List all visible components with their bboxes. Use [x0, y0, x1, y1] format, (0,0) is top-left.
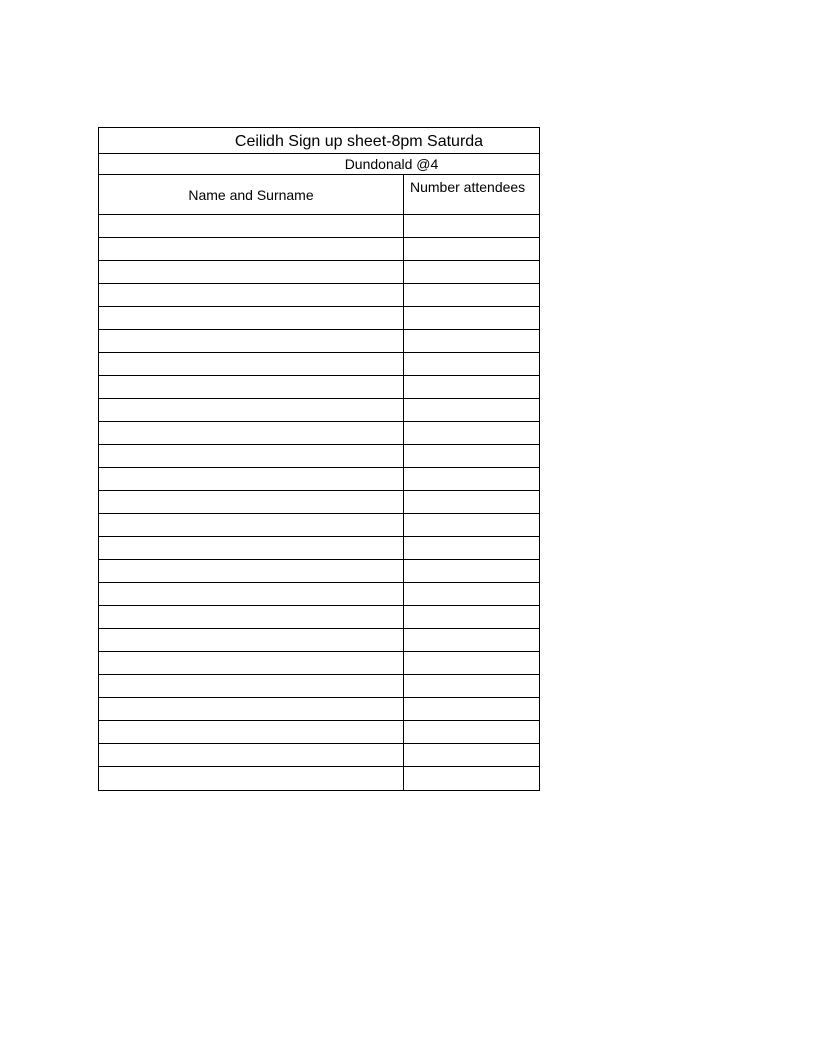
cell-attendees[interactable]: [404, 767, 539, 790]
table-row: [99, 261, 539, 284]
cell-name[interactable]: [99, 560, 404, 582]
cell-name[interactable]: [99, 491, 404, 513]
cell-name[interactable]: [99, 721, 404, 743]
table-row: [99, 583, 539, 606]
cell-name[interactable]: [99, 675, 404, 697]
signup-sheet: Ceilidh Sign up sheet-8pm Saturda Dundon…: [98, 127, 540, 791]
cell-attendees[interactable]: [404, 238, 539, 260]
cell-attendees[interactable]: [404, 261, 539, 283]
cell-attendees[interactable]: [404, 376, 539, 398]
cell-attendees[interactable]: [404, 422, 539, 444]
table-row: [99, 767, 539, 790]
table-row: [99, 675, 539, 698]
cell-attendees[interactable]: [404, 353, 539, 375]
cell-attendees[interactable]: [404, 307, 539, 329]
sheet-subtitle: Dundonald @4: [99, 154, 539, 175]
table-row: [99, 422, 539, 445]
cell-name[interactable]: [99, 376, 404, 398]
cell-name[interactable]: [99, 537, 404, 559]
cell-attendees[interactable]: [404, 629, 539, 651]
cell-name[interactable]: [99, 215, 404, 237]
table-row: [99, 238, 539, 261]
cell-name[interactable]: [99, 445, 404, 467]
cell-attendees[interactable]: [404, 330, 539, 352]
table-row: [99, 537, 539, 560]
table-row: [99, 514, 539, 537]
cell-name[interactable]: [99, 307, 404, 329]
cell-name[interactable]: [99, 422, 404, 444]
cell-name[interactable]: [99, 744, 404, 766]
table-row: [99, 399, 539, 422]
cell-attendees[interactable]: [404, 445, 539, 467]
cell-name[interactable]: [99, 583, 404, 605]
cell-attendees[interactable]: [404, 514, 539, 536]
table-row: [99, 629, 539, 652]
cell-attendees[interactable]: [404, 606, 539, 628]
table-row: [99, 330, 539, 353]
table-row: [99, 491, 539, 514]
cell-attendees[interactable]: [404, 744, 539, 766]
cell-attendees[interactable]: [404, 491, 539, 513]
cell-attendees[interactable]: [404, 215, 539, 237]
table-row: [99, 698, 539, 721]
cell-name[interactable]: [99, 353, 404, 375]
sheet-title: Ceilidh Sign up sheet-8pm Saturda: [99, 128, 539, 154]
table-row: [99, 445, 539, 468]
table-row: [99, 468, 539, 491]
cell-name[interactable]: [99, 284, 404, 306]
table-row: [99, 652, 539, 675]
cell-attendees[interactable]: [404, 537, 539, 559]
cell-name[interactable]: [99, 399, 404, 421]
column-header-name: Name and Surname: [99, 175, 404, 214]
cell-attendees[interactable]: [404, 675, 539, 697]
table-row: [99, 307, 539, 330]
table-row: [99, 215, 539, 238]
cell-name[interactable]: [99, 514, 404, 536]
cell-name[interactable]: [99, 652, 404, 674]
cell-name[interactable]: [99, 629, 404, 651]
cell-attendees[interactable]: [404, 583, 539, 605]
cell-name[interactable]: [99, 606, 404, 628]
cell-name[interactable]: [99, 238, 404, 260]
table-header-row: Name and Surname Number attendees: [99, 175, 539, 215]
cell-attendees[interactable]: [404, 652, 539, 674]
cell-name[interactable]: [99, 767, 404, 790]
cell-attendees[interactable]: [404, 721, 539, 743]
cell-attendees[interactable]: [404, 468, 539, 490]
table-row: [99, 606, 539, 629]
table-row: [99, 560, 539, 583]
cell-name[interactable]: [99, 698, 404, 720]
table-row: [99, 376, 539, 399]
cell-name[interactable]: [99, 330, 404, 352]
cell-attendees[interactable]: [404, 560, 539, 582]
cell-attendees[interactable]: [404, 399, 539, 421]
table-row: [99, 353, 539, 376]
table-row: [99, 284, 539, 307]
column-header-attendees: Number attendees: [404, 175, 539, 214]
table-row: [99, 744, 539, 767]
cell-attendees[interactable]: [404, 284, 539, 306]
cell-attendees[interactable]: [404, 698, 539, 720]
table-row: [99, 721, 539, 744]
cell-name[interactable]: [99, 468, 404, 490]
cell-name[interactable]: [99, 261, 404, 283]
